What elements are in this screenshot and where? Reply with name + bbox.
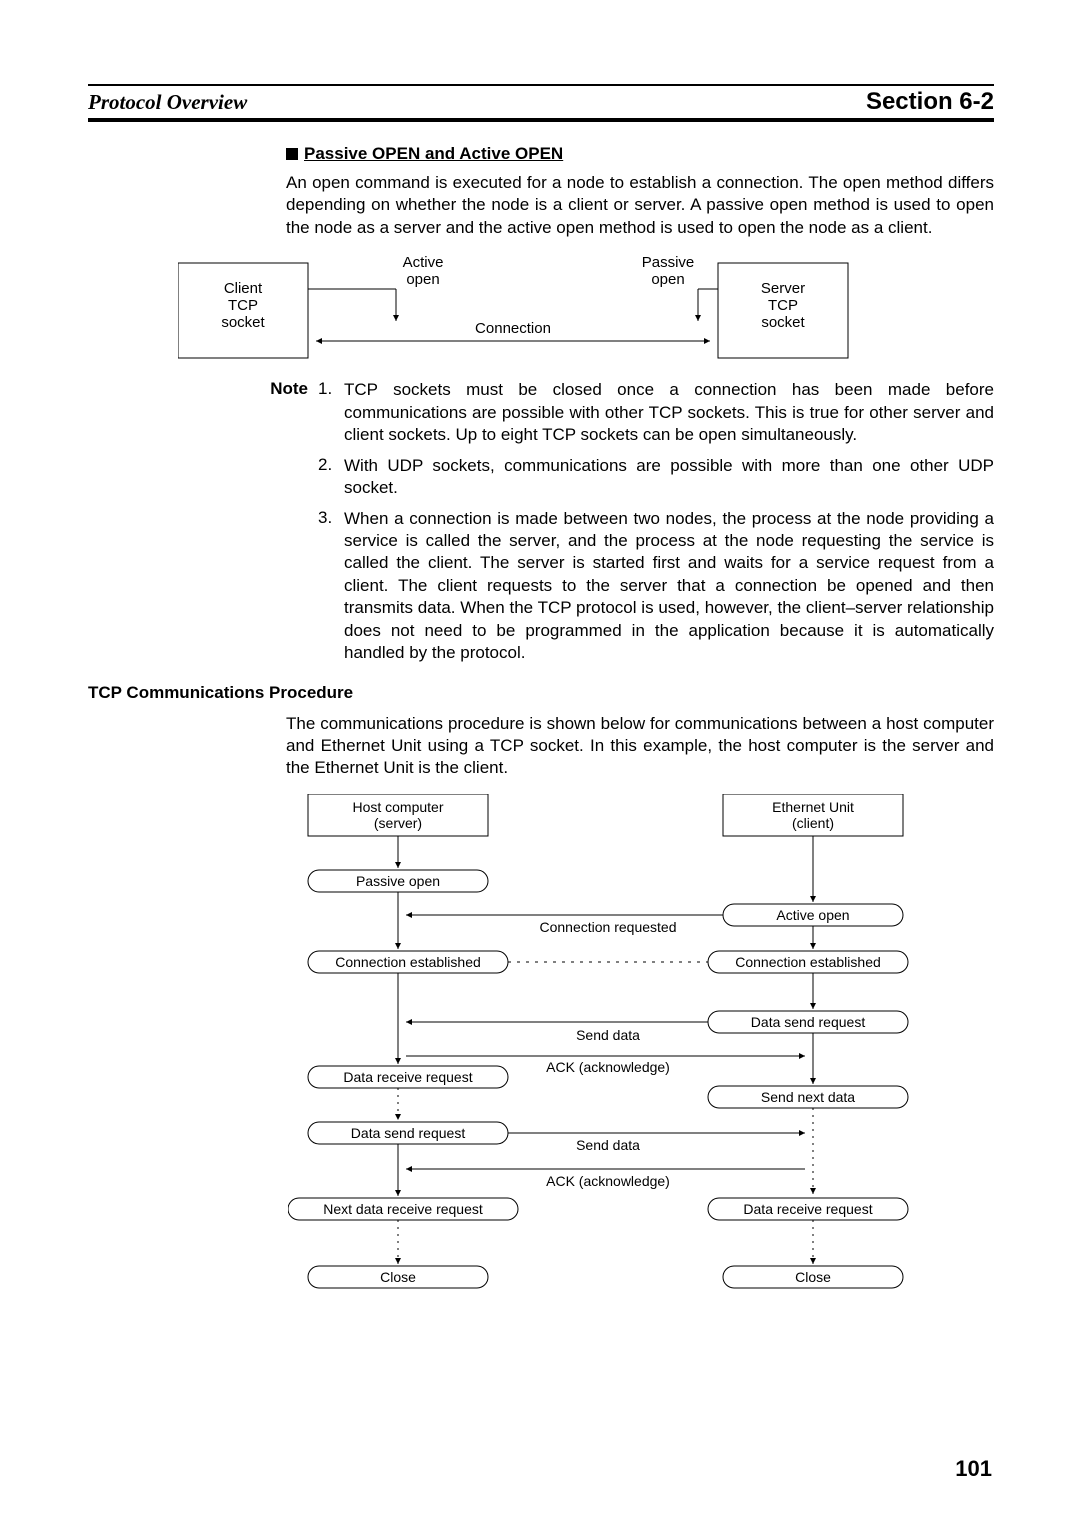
- note-label: Note: [238, 379, 318, 446]
- eth-box-l1: Ethernet Unit: [772, 799, 854, 815]
- open-diagram: Client TCP socket Server TCP socket Acti…: [178, 253, 994, 363]
- note-2-num: 2.: [318, 455, 344, 500]
- note-3-text: When a connection is made between two no…: [344, 508, 994, 665]
- section-body: Passive OPEN and Active OPEN An open com…: [286, 144, 994, 239]
- bubble-data-recv-req-right: Data receive request: [743, 1201, 872, 1217]
- intro-paragraph: An open command is executed for a node t…: [286, 172, 994, 239]
- bubble-data-recv-req-left: Data receive request: [343, 1069, 472, 1085]
- page: Protocol Overview Section 6-2 Passive OP…: [0, 0, 1080, 1528]
- page-number: 101: [955, 1456, 992, 1482]
- note-2-text: With UDP sockets, communications are pos…: [344, 455, 994, 500]
- host-box-l1: Host computer: [352, 799, 443, 815]
- tcp-intro-block: The communications procedure is shown be…: [286, 713, 994, 780]
- passive-open-1: Passive: [642, 254, 695, 271]
- bubble-close-right: Close: [795, 1269, 831, 1285]
- square-bullet-icon: [286, 148, 298, 160]
- bubble-conn-est-right: Connection established: [735, 954, 881, 970]
- label-send-data-1: Send data: [576, 1027, 640, 1043]
- note-2: 2. With UDP sockets, communications are …: [238, 455, 994, 500]
- subheading-text: Passive OPEN and Active OPEN: [304, 144, 563, 163]
- bubble-close-left: Close: [380, 1269, 416, 1285]
- client-label-3: socket: [221, 314, 265, 331]
- connection-label: Connection: [475, 320, 551, 337]
- eth-box-l2: (client): [792, 815, 834, 831]
- server-label-3: socket: [761, 314, 805, 331]
- header-right: Section 6-2: [866, 88, 994, 116]
- header-left: Protocol Overview: [88, 90, 247, 115]
- active-open-1: Active: [403, 254, 444, 271]
- note-3: 3. When a connection is made between two…: [238, 508, 994, 665]
- tcp-flow-svg: Host computer (server) Ethernet Unit (cl…: [288, 794, 948, 1334]
- server-label-1: Server: [761, 280, 805, 297]
- client-label-2: TCP: [228, 297, 258, 314]
- active-open-2: open: [406, 271, 439, 288]
- label-send-data-2: Send data: [576, 1137, 640, 1153]
- label-ack-1: ACK (acknowledge): [546, 1059, 670, 1075]
- tcp-flow-diagram: Host computer (server) Ethernet Unit (cl…: [288, 794, 994, 1334]
- note-1: Note 1. TCP sockets must be closed once …: [238, 379, 994, 446]
- bubble-conn-est-left: Connection established: [335, 954, 481, 970]
- note-1-text: TCP sockets must be closed once a connec…: [344, 379, 994, 446]
- client-label-1: Client: [224, 280, 263, 297]
- page-header: Protocol Overview Section 6-2: [88, 88, 994, 116]
- bubble-active-open: Active open: [776, 907, 849, 923]
- server-label-2: TCP: [768, 297, 798, 314]
- bubble-passive-open: Passive open: [356, 873, 440, 889]
- tcp-intro-text: The communications procedure is shown be…: [286, 713, 994, 780]
- bubble-data-send-req-right: Data send request: [751, 1014, 866, 1030]
- rule-top-thin: [88, 84, 994, 86]
- bubble-next-recv-req-left: Next data receive request: [323, 1201, 483, 1217]
- rule-top-thick: [88, 118, 994, 122]
- host-box-l2: (server): [374, 815, 422, 831]
- note-1-num: 1.: [318, 379, 344, 446]
- label-conn-req: Connection requested: [540, 919, 677, 935]
- subheading-passive-active-open: Passive OPEN and Active OPEN: [286, 144, 994, 164]
- note-3-num: 3.: [318, 508, 344, 665]
- open-diagram-svg: Client TCP socket Server TCP socket Acti…: [178, 253, 878, 363]
- passive-open-2: open: [651, 271, 684, 288]
- bubble-data-send-req-left: Data send request: [351, 1125, 466, 1141]
- tcp-comm-heading: TCP Communications Procedure: [88, 683, 994, 703]
- bubble-send-next-right: Send next data: [761, 1089, 855, 1105]
- label-ack-2: ACK (acknowledge): [546, 1173, 670, 1189]
